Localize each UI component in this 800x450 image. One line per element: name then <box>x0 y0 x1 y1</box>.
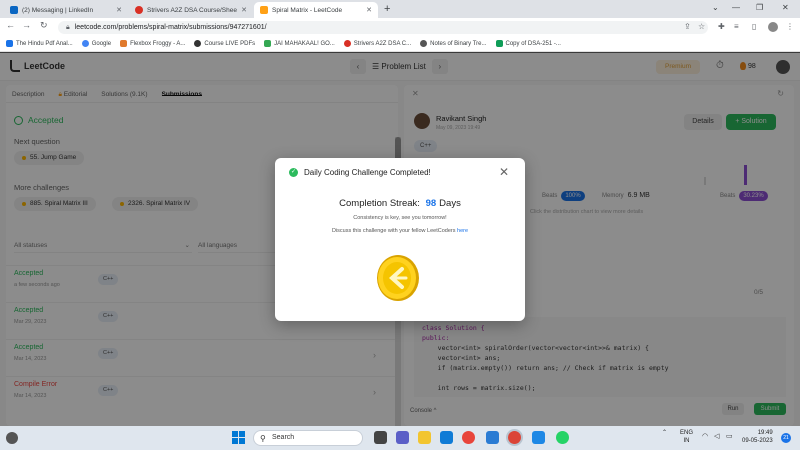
sheets-icon <box>495 40 503 47</box>
browser-tab-linkedin[interactable]: (2) Messaging | LinkedIn ✕ <box>4 2 128 18</box>
restore-icon[interactable]: ❐ <box>756 3 763 12</box>
bookmark-item[interactable]: The Hindu Pdf Anal... <box>6 40 73 47</box>
bookmarks-bar: The Hindu Pdf Anal... Google Flexbox Fro… <box>0 36 800 52</box>
edge-icon[interactable] <box>440 431 453 444</box>
close-tab-icon[interactable]: ✕ <box>241 6 247 14</box>
close-icon[interactable]: ✕ <box>499 165 509 179</box>
tab-title: (2) Messaging | LinkedIn <box>22 6 94 14</box>
discuss-link[interactable]: here <box>457 228 468 234</box>
google-icon <box>81 40 89 47</box>
whatsapp-icon[interactable] <box>556 431 569 444</box>
gold-coin-icon <box>377 255 419 301</box>
task-view-icon[interactable] <box>374 431 387 444</box>
github-icon <box>194 40 202 47</box>
minimize-icon[interactable]: — <box>732 3 740 12</box>
streak-unit: Days <box>439 198 461 209</box>
completion-streak: Completion Streak: 98 Days <box>275 198 525 209</box>
leetcode-icon <box>260 6 268 14</box>
streak-label: Completion Streak: <box>339 198 420 209</box>
bookmark-icon <box>120 40 128 47</box>
tray-chevron-icon[interactable]: ⌃ <box>662 429 667 436</box>
bookmark-label: Notes of Binary Tre... <box>430 40 487 47</box>
chrome-icon[interactable] <box>462 431 475 444</box>
menu-icon[interactable]: ⋮ <box>786 22 794 31</box>
side-panel-icon[interactable]: ▯ <box>752 22 756 31</box>
bookmark-label: Strivers A2Z DSA C... <box>353 40 412 47</box>
close-tab-icon[interactable]: ✕ <box>366 6 372 14</box>
tab-title: Strivers A2Z DSA Course/Sheet <box>147 6 238 14</box>
bookmark-label: The Hindu Pdf Anal... <box>16 40 73 47</box>
clock-time: 19:49 <box>757 430 773 436</box>
lang-bottom: IN <box>683 438 690 444</box>
teams-icon[interactable] <box>396 431 409 444</box>
battery-icon[interactable]: ▭ <box>726 432 733 440</box>
bookmark-label: JAI MAHAKAAL! GO... <box>274 40 335 47</box>
language-indicator[interactable]: ENG IN <box>680 429 693 445</box>
youtube-icon <box>135 6 143 14</box>
consistency-text: Consistency is key, see you tomorrow! <box>353 215 447 221</box>
search-label: Search <box>272 434 295 441</box>
forward-icon[interactable]: → <box>22 20 31 30</box>
discuss-text: Discuss this challenge with your fellow … <box>275 228 525 234</box>
close-window-icon[interactable]: ✕ <box>782 3 789 12</box>
bookmark-label: Copy of DSA-251 -... <box>505 40 561 47</box>
address-bar[interactable]: 🔒︎ leetcode.com/problems/spiral-matrix/s… <box>58 21 708 34</box>
notification-badge[interactable]: 21 <box>781 433 791 443</box>
bookmark-label: Google <box>91 40 112 47</box>
taskbar-search[interactable]: ⚲ Search <box>253 430 363 446</box>
bookmark-item[interactable]: Notes of Binary Tre... <box>420 40 487 47</box>
browser-tab-strip: (2) Messaging | LinkedIn ✕ Strivers A2Z … <box>0 0 800 18</box>
reading-list-icon[interactable]: ≡ <box>734 22 739 31</box>
tab-search-icon[interactable]: ⌄ <box>712 3 719 12</box>
youtube-icon <box>343 40 351 47</box>
check-circle-icon: ✓ <box>289 168 298 177</box>
file-explorer-icon[interactable] <box>418 431 431 444</box>
clock-date: 09-05-2023 <box>742 438 773 444</box>
bookmark-item[interactable]: Flexbox Froggy - A... <box>120 40 185 47</box>
windows-taskbar: ⚲ Search ⌃ ENG IN ◠ ◁ ▭ 19:49 09-05-2023 21 <box>0 426 800 450</box>
search-icon: ⚲ <box>260 434 266 443</box>
browser-tab-leetcode[interactable]: Spiral Matrix - LeetCode ✕ <box>254 2 378 18</box>
clock[interactable]: 19:49 09-05-2023 <box>742 429 773 445</box>
linkedin-icon <box>10 6 18 14</box>
app-icon[interactable] <box>532 431 545 444</box>
profile-icon[interactable] <box>768 22 778 32</box>
reload-icon[interactable]: ↻ <box>40 20 48 31</box>
wifi-icon[interactable]: ◠ <box>702 432 708 440</box>
new-tab-button[interactable]: + <box>384 3 390 15</box>
lock-icon: 🔒︎ <box>66 23 70 31</box>
chrome-active-icon[interactable] <box>508 431 521 444</box>
streak-value: 98 <box>425 198 437 209</box>
browser-toolbar: ← → ↻ 🔒︎ leetcode.com/problems/spiral-ma… <box>0 18 800 36</box>
lang-top: ENG <box>680 430 694 436</box>
daily-challenge-modal: ✓ Daily Coding Challenge Completed! ✕ Co… <box>275 158 525 321</box>
url-text: leetcode.com/problems/spiral-matrix/subm… <box>74 24 267 31</box>
github-icon <box>420 40 428 47</box>
bookmark-item[interactable]: Google <box>81 40 112 47</box>
volume-icon[interactable]: ◁ <box>714 432 719 440</box>
tab-title: Spiral Matrix - LeetCode <box>272 6 343 14</box>
vscode-icon[interactable] <box>486 431 499 444</box>
bookmark-icon <box>6 40 13 47</box>
bookmark-label: Flexbox Froggy - A... <box>130 40 186 47</box>
bookmark-item[interactable]: JAI MAHAKAAL! GO... <box>264 40 335 47</box>
bookmark-item[interactable]: Course LIVE PDFs <box>194 40 255 47</box>
bookmark-item[interactable]: Strivers A2Z DSA C... <box>343 40 412 47</box>
browser-tab-strivers[interactable]: Strivers A2Z DSA Course/Sheet ✕ <box>129 2 253 18</box>
bookmark-star-icon[interactable]: ☆ <box>698 22 705 31</box>
drive-icon <box>264 40 272 47</box>
share-icon[interactable]: ⇪ <box>684 22 691 31</box>
bookmark-item[interactable]: Copy of DSA-251 -... <box>495 40 561 47</box>
windows-start-icon[interactable] <box>232 431 245 444</box>
windows-logo-icon <box>232 431 245 444</box>
back-icon[interactable]: ← <box>6 20 15 30</box>
close-tab-icon[interactable]: ✕ <box>116 6 122 14</box>
bookmark-label: Course LIVE PDFs <box>204 40 256 47</box>
discuss-label: Discuss this challenge with your fellow … <box>331 228 456 234</box>
extensions-icon[interactable]: ✚ <box>718 22 725 31</box>
weather-icon[interactable] <box>6 432 18 444</box>
modal-title: Daily Coding Challenge Completed! <box>304 168 431 177</box>
